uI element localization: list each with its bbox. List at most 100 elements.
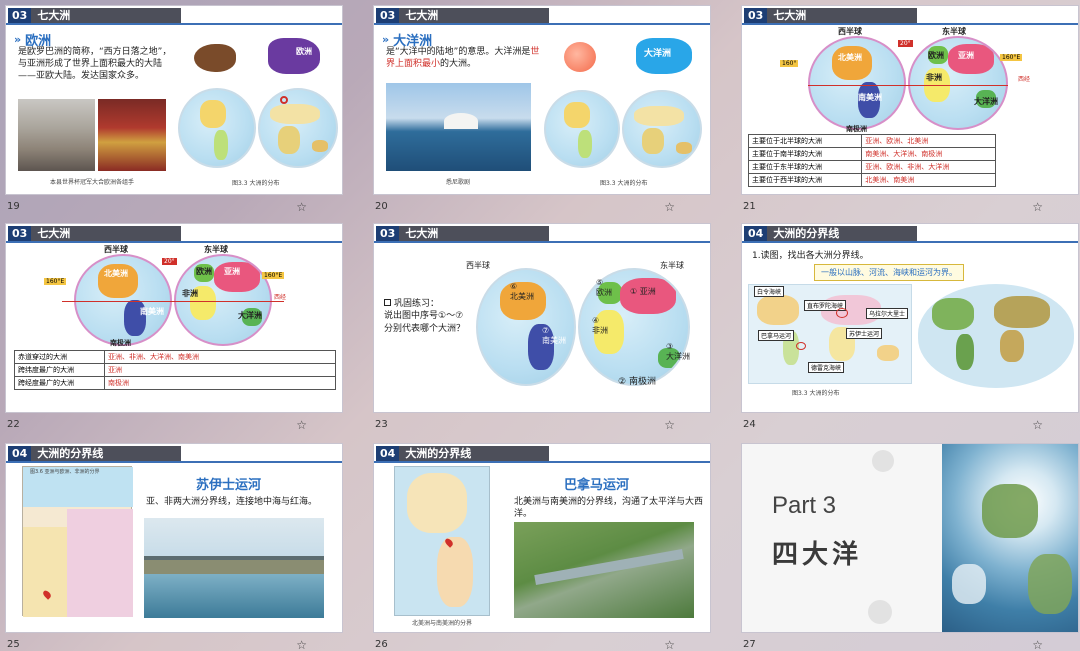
exercise-title: 巩固练习：: [394, 299, 440, 309]
label-antarctica: 南极洲: [846, 125, 867, 133]
star-icon[interactable]: ☆: [296, 200, 307, 214]
globe-satellite-image: [942, 444, 1078, 632]
section-title: 七大洲: [767, 7, 918, 23]
continent-table: 主要位于北半球的大洲 亚洲、欧洲、北美洲 主要位于南半球的大洲 南美洲、大洋洲、南极…: [747, 134, 996, 187]
slide-body: 是“大洋中的陆地”的意思。大洋洲是世界上面积最小的大洲。: [386, 47, 540, 69]
slide-23: 03 七大洲 西半球 东半球 巩固练习： 说出图中序号①～⑦分别代表哪个大洲？ ⑥…: [373, 223, 711, 413]
photo-caption: 本县世界杯冠军大合欧洲各组手: [50, 179, 135, 186]
east-globe: [622, 90, 702, 168]
section-badge: 03: [744, 7, 768, 23]
suez-canal-photo: [144, 518, 324, 618]
location-pin-icon: [280, 96, 288, 104]
west-globe: [178, 88, 256, 168]
label-oceania: 大洋洲: [238, 311, 262, 320]
section-badge: 03: [376, 7, 400, 23]
table-row: 跨经度最广的大洲 南极洲: [14, 376, 336, 390]
marker-5: ⑤ 欧洲: [596, 278, 612, 297]
slide-number: 23: [375, 419, 388, 430]
europe-map-label: 欧洲: [296, 47, 312, 56]
degree-label-160-west: 160°E: [44, 278, 67, 285]
star-icon[interactable]: ☆: [664, 418, 675, 432]
star-icon[interactable]: ☆: [1032, 200, 1043, 214]
table-row: 主要位于西半球的大洲 北美洲、南美洲: [747, 173, 996, 187]
slide-number: 26: [375, 639, 388, 650]
degree-label-20: 20°: [898, 40, 913, 47]
slide-19: 03 七大洲 » 欧洲 是欧罗巴洲的简称，“西方日落之地”，与亚洲形成了世界上面积…: [5, 5, 343, 195]
star-icon[interactable]: ☆: [296, 638, 307, 651]
label-north-america: 北美洲: [104, 269, 128, 278]
slide-number: 24: [743, 419, 756, 430]
slide-heading: 苏伊士运河: [196, 478, 262, 493]
star-icon[interactable]: ☆: [664, 638, 675, 651]
marker-7: ⑦ 南美洲: [542, 326, 566, 345]
task-text: 1.读图，找出各大洲分界线。: [752, 251, 869, 261]
slide-heading: 巴拿马运河: [564, 478, 630, 493]
platypus-illustration: [194, 44, 236, 72]
east-globe: [258, 88, 338, 168]
star-icon[interactable]: ☆: [664, 200, 675, 214]
highlight-circle-icon: [796, 342, 806, 350]
tag-panama-canal: 巴拿马运河: [758, 330, 795, 341]
marker-1: ① 亚洲: [630, 287, 656, 296]
label-asia: 亚洲: [958, 51, 974, 60]
section-badge: 03: [8, 7, 32, 23]
west-hemisphere-label: 西半球: [466, 261, 490, 270]
oceania-map-label: 大洋洲: [644, 49, 672, 59]
star-icon[interactable]: ☆: [1032, 638, 1043, 651]
tag-drake-passage: 德雷克海峡: [808, 362, 845, 373]
map-caption: 图3.3 大洲的分布: [792, 390, 840, 397]
degree-label-160-east: 160°E: [262, 272, 285, 279]
tag-ural: 乌拉尔大里士: [866, 308, 909, 319]
degree-label-20: 20°: [162, 258, 177, 265]
panama-canal-photo: [514, 522, 694, 618]
degree-label-160-west: 160°: [780, 60, 799, 67]
label-asia: 亚洲: [224, 267, 240, 276]
slide-21: 03 七大洲 西半球 东半球 20° 160° 160°E 西经 北美洲 南美洲 …: [741, 5, 1079, 195]
marker-3: ③ 大洋洲: [666, 342, 690, 361]
europe-map-icon: [268, 38, 320, 74]
tag-bering-strait: 白令海峡: [754, 286, 785, 297]
section-badge: 04: [376, 445, 400, 461]
label-south-america: 南美洲: [858, 93, 882, 102]
label-africa: 非洲: [182, 289, 198, 298]
football-team-photo: [98, 99, 166, 171]
west-globe: [544, 90, 620, 168]
section-badge: 04: [8, 445, 32, 461]
marker-2: ② 南极洲: [618, 377, 656, 387]
table-row: 主要位于东半球的大洲 亚洲、欧洲、非洲、大洋洲: [747, 160, 996, 174]
table-row: 跨纬度最广的大洲 亚洲: [14, 363, 336, 377]
star-icon[interactable]: ☆: [296, 418, 307, 432]
slide-25: 04 大洲的分界线 图3.6 亚洲与欧洲、非洲的分界 苏伊士运河 亚、非两大洲分界…: [5, 443, 343, 633]
continent-table: 赤道穿过的大洲 亚洲、非洲、大洋洲、南美洲 跨纬度最广的大洲 亚洲 跨经度最广的大洲…: [14, 350, 336, 390]
marker-6: ⑥ 北美洲: [510, 282, 534, 301]
section-title: 七大洲: [31, 225, 182, 241]
east-globe: [174, 254, 272, 346]
americas-map: [394, 466, 490, 616]
slide-body: 北美洲与南美洲的分界线，沟通了太平洋与大西洋。: [514, 497, 704, 519]
part-label: Part 3: [772, 492, 837, 519]
slide-27: Part 3 四大洋: [741, 443, 1079, 633]
slide-26: 04 大洲的分界线 北美洲与南美洲的分界 巴拿马运河 北美洲与南美洲的分界线，沟通…: [373, 443, 711, 633]
map-caption: 北美洲与南美洲的分界: [412, 620, 473, 627]
slide-body: 是欧罗巴洲的简称，“西方日落之地”，与亚洲形成了世界上面积最大的大陆——亚欧大陆…: [18, 47, 172, 81]
section-badge: 03: [376, 225, 400, 241]
slide-number: 21: [743, 201, 756, 212]
label-oceania: 大洋洲: [974, 97, 998, 106]
slide-number: 20: [375, 201, 388, 212]
east-hemisphere-label: 东半球: [660, 261, 684, 270]
double-chevron-icon: »: [382, 33, 390, 46]
section-title: 七大洲: [399, 225, 550, 241]
section-title: 大洲的分界线: [31, 445, 182, 461]
label-antarctica: 南极洲: [110, 339, 131, 347]
map-caption: 图3.3 大洲的分布: [232, 180, 280, 187]
table-row: 主要位于北半球的大洲 亚洲、欧洲、北美洲: [747, 134, 996, 148]
slide-number: 27: [743, 639, 756, 650]
section-title: 大洲的分界线: [767, 225, 918, 241]
label-north-america: 北美洲: [838, 53, 862, 62]
peach-illustration: [564, 42, 596, 72]
section-title: 大洲的分界线: [399, 445, 550, 461]
star-icon[interactable]: ☆: [1032, 418, 1043, 432]
map-caption: 图3.3 大洲的分布: [600, 180, 648, 187]
table-row: 赤道穿过的大洲 亚洲、非洲、大洋洲、南美洲: [14, 350, 336, 364]
section-title: 七大洲: [31, 7, 182, 23]
